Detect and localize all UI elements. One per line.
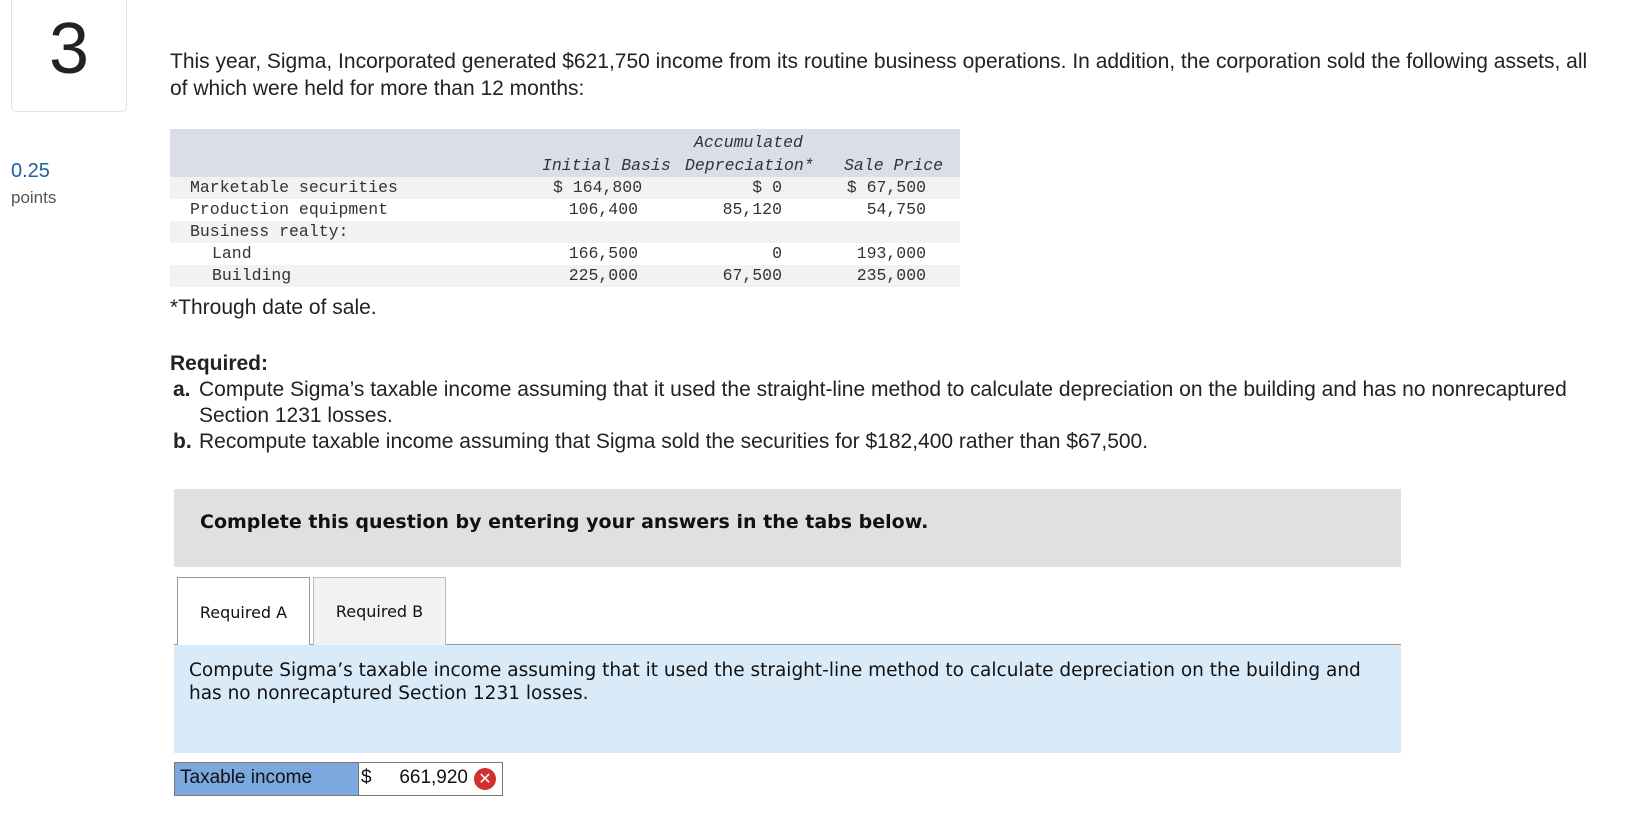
row-accum: $ 0 (752, 178, 782, 197)
required-item-b: b. Recompute taxable income assuming tha… (170, 429, 1570, 455)
tab-required-a[interactable]: Required A (177, 577, 310, 646)
assets-table-header: Initial Basis Accumulated Depreciation* … (170, 129, 960, 177)
table-row: Production equipment 106,400 85,120 54,7… (170, 199, 960, 221)
answer-row: Taxable income $ 661,920 ✕ (174, 762, 503, 796)
row-label: Building (212, 266, 292, 285)
points-value: 0.25 (11, 160, 50, 182)
instructions-banner: Complete this question by entering your … (174, 489, 1401, 567)
answer-label: Taxable income (175, 763, 359, 795)
row-label: Business realty: (190, 222, 349, 241)
table-row: Business realty: (170, 221, 960, 243)
row-initial: $ 164,800 (553, 178, 643, 197)
header-accumulated: Accumulated (694, 133, 803, 152)
required-section: Required: a. Compute Sigma’s taxable inc… (170, 351, 1570, 455)
required-item-a: a. Compute Sigma’s taxable income assumi… (170, 377, 1570, 429)
required-a-letter: a. (173, 378, 191, 401)
row-sale: 54,750 (866, 200, 926, 219)
incorrect-icon: ✕ (474, 768, 496, 790)
currency-symbol: $ (361, 767, 372, 788)
required-b-letter: b. (173, 430, 192, 453)
row-sale: $ 67,500 (846, 178, 926, 197)
row-initial: 106,400 (568, 200, 638, 219)
row-accum: 67,500 (722, 266, 782, 285)
tab-required-b[interactable]: Required B (313, 577, 446, 645)
table-row: Marketable securities $ 164,800 $ 0 $ 67… (170, 177, 960, 199)
row-label: Land (212, 244, 252, 263)
row-sale: 193,000 (856, 244, 926, 263)
header-depreciation: Depreciation* (685, 156, 814, 175)
header-sale-price: Sale Price (844, 156, 944, 175)
row-label: Production equipment (190, 200, 389, 219)
row-initial: 225,000 (568, 266, 638, 285)
required-b-text: Recompute taxable income assuming that S… (199, 430, 1149, 453)
table-row: Land 166,500 0 193,000 (170, 243, 960, 265)
row-accum: 0 (772, 244, 782, 263)
taxable-income-input[interactable]: 661,920 (374, 763, 471, 795)
row-label: Marketable securities (190, 178, 398, 197)
table-footnote: *Through date of sale. (170, 296, 377, 319)
row-accum: 85,120 (722, 200, 782, 219)
row-sale: 235,000 (856, 266, 926, 285)
row-initial: 166,500 (568, 244, 638, 263)
points-label: points (11, 188, 57, 207)
question-intro: This year, Sigma, Incorporated generated… (170, 50, 1588, 100)
assets-table: Initial Basis Accumulated Depreciation* … (170, 129, 960, 287)
required-title: Required: (170, 352, 269, 375)
question-number: 3 (11, 0, 127, 112)
table-row: Building 225,000 67,500 235,000 (170, 265, 960, 287)
required-a-text: Compute Sigma’s taxable income assuming … (199, 378, 1567, 427)
tab-panel-text: Compute Sigma’s taxable income assuming … (174, 645, 1401, 753)
header-initial-basis: Initial Basis (542, 156, 671, 175)
